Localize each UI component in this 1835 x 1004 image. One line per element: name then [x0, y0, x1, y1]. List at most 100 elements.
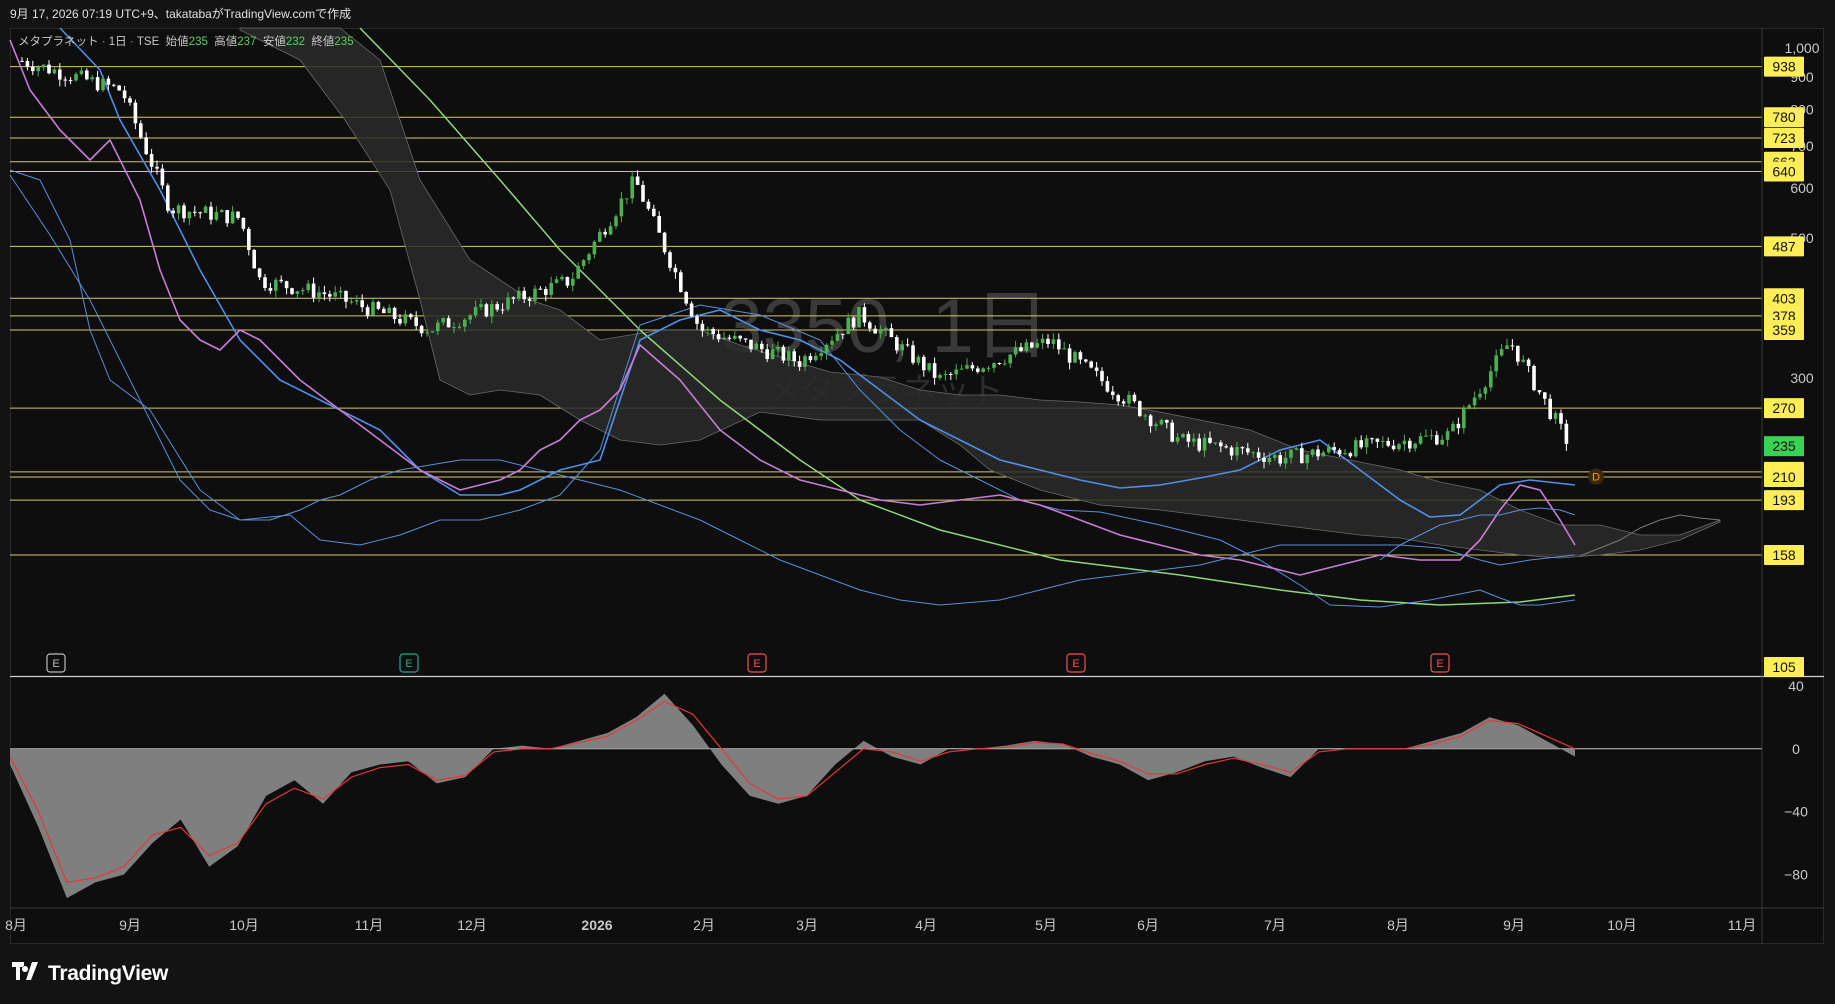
candle-body — [441, 318, 445, 323]
legend-low: 232 — [285, 36, 306, 48]
candle-body — [1337, 449, 1342, 455]
candle-body — [1084, 359, 1088, 362]
candle-body — [1213, 442, 1218, 444]
candle-body — [657, 215, 661, 233]
candle-body — [1375, 438, 1380, 442]
candle-body — [263, 277, 267, 289]
osc-tick-label: −40 — [1784, 804, 1808, 820]
candle-body — [1559, 413, 1563, 424]
candle-body — [857, 307, 861, 328]
candle-body — [149, 154, 154, 167]
candle-body — [619, 198, 624, 217]
candle-body — [673, 267, 678, 273]
earnings-marker-label: E — [1072, 658, 1079, 670]
candle-body — [814, 355, 818, 361]
candle-body — [1391, 445, 1396, 450]
candle-body — [576, 265, 580, 279]
candle-body — [290, 288, 294, 294]
candle-body — [571, 278, 575, 286]
candle-body — [1073, 352, 1077, 363]
candle-body — [220, 210, 224, 213]
candle-body — [187, 211, 192, 219]
candle-body — [430, 331, 435, 333]
candle-body — [306, 283, 310, 291]
price-level-label: 938 — [1772, 59, 1796, 75]
tradingview-logo[interactable]: TradingView — [12, 962, 168, 986]
candle-body — [1138, 401, 1142, 416]
candle-body — [1181, 434, 1185, 438]
candle-body — [1278, 455, 1282, 464]
candle-body — [1003, 363, 1007, 365]
time-tick-label: 2月 — [693, 917, 715, 933]
price-level-label: 640 — [1772, 163, 1796, 179]
candle-body — [382, 308, 386, 314]
candle-body — [1381, 441, 1385, 443]
price-tick-label: 300 — [1790, 370, 1814, 386]
price-level-label: 158 — [1772, 547, 1796, 563]
candle-body — [166, 185, 170, 211]
candle-body — [79, 70, 84, 75]
candle-body — [1094, 367, 1099, 371]
candle-body — [522, 290, 526, 300]
candle-body — [1067, 348, 1072, 363]
candle-body — [1294, 448, 1299, 450]
candle-body — [1154, 424, 1158, 427]
candle-body — [1046, 338, 1050, 344]
price-level-label: 270 — [1772, 400, 1796, 416]
legend-high-label: 高値 — [214, 36, 238, 48]
candle-body — [965, 365, 969, 369]
chart-legend: メタプラネット · 1日 · TSE 始値235 高値237 安値232 終値2… — [18, 36, 354, 48]
candle-body — [652, 208, 656, 216]
candle-body — [1116, 395, 1120, 402]
candle-body — [425, 332, 429, 334]
legend-open-label: 始値 — [165, 36, 189, 48]
legend-open: 235 — [188, 36, 208, 48]
candle-body — [1240, 447, 1245, 449]
candle-body — [268, 288, 273, 291]
chart-canvas[interactable]: 3350, 1日メタプラネット 400−40−80 1,000900800700… — [0, 0, 1835, 1004]
candle-body — [976, 368, 980, 372]
candle-body — [1132, 394, 1137, 402]
candle-body — [986, 367, 991, 369]
candle-body — [1537, 390, 1542, 393]
time-tick-label: 5月 — [1035, 917, 1057, 933]
candle-body — [1229, 447, 1234, 456]
candle-body — [1159, 420, 1164, 425]
candle-body — [787, 351, 791, 361]
candle-body — [689, 303, 694, 317]
candle-body — [662, 232, 667, 253]
candle-body — [1332, 447, 1336, 450]
candle-body — [1035, 343, 1039, 348]
earnings-marker-label: E — [753, 658, 760, 670]
candle-body — [344, 290, 348, 302]
candle-body — [436, 322, 440, 332]
candle-body — [1505, 345, 1509, 350]
price-level-label: 359 — [1772, 322, 1796, 338]
candle-body — [1246, 448, 1250, 453]
candle-body — [1197, 438, 1201, 451]
candle-body — [1267, 457, 1272, 462]
time-tick-label: 12月 — [457, 917, 487, 933]
price-level-label: 487 — [1772, 238, 1796, 254]
candle-body — [679, 272, 683, 293]
candle-body — [700, 323, 705, 331]
candle-body — [479, 304, 483, 308]
price-level-label: 403 — [1772, 290, 1796, 306]
candle-body — [873, 328, 877, 334]
candle-body — [1397, 444, 1401, 450]
price-tick-label: 600 — [1790, 180, 1814, 196]
candle-body — [1478, 393, 1482, 398]
candle-body — [1251, 452, 1255, 454]
candle-body — [506, 297, 510, 310]
candle-body — [58, 69, 62, 80]
candle-body — [252, 250, 256, 269]
legend-name: メタプラネット — [18, 36, 99, 48]
candle-body — [1224, 446, 1228, 448]
candle-body — [171, 210, 175, 214]
candle-body — [1386, 441, 1390, 446]
candle-body — [841, 333, 845, 335]
candle-body — [668, 252, 672, 268]
candle-body — [1256, 452, 1261, 458]
candle-body — [598, 231, 602, 242]
candle-body — [484, 304, 489, 317]
